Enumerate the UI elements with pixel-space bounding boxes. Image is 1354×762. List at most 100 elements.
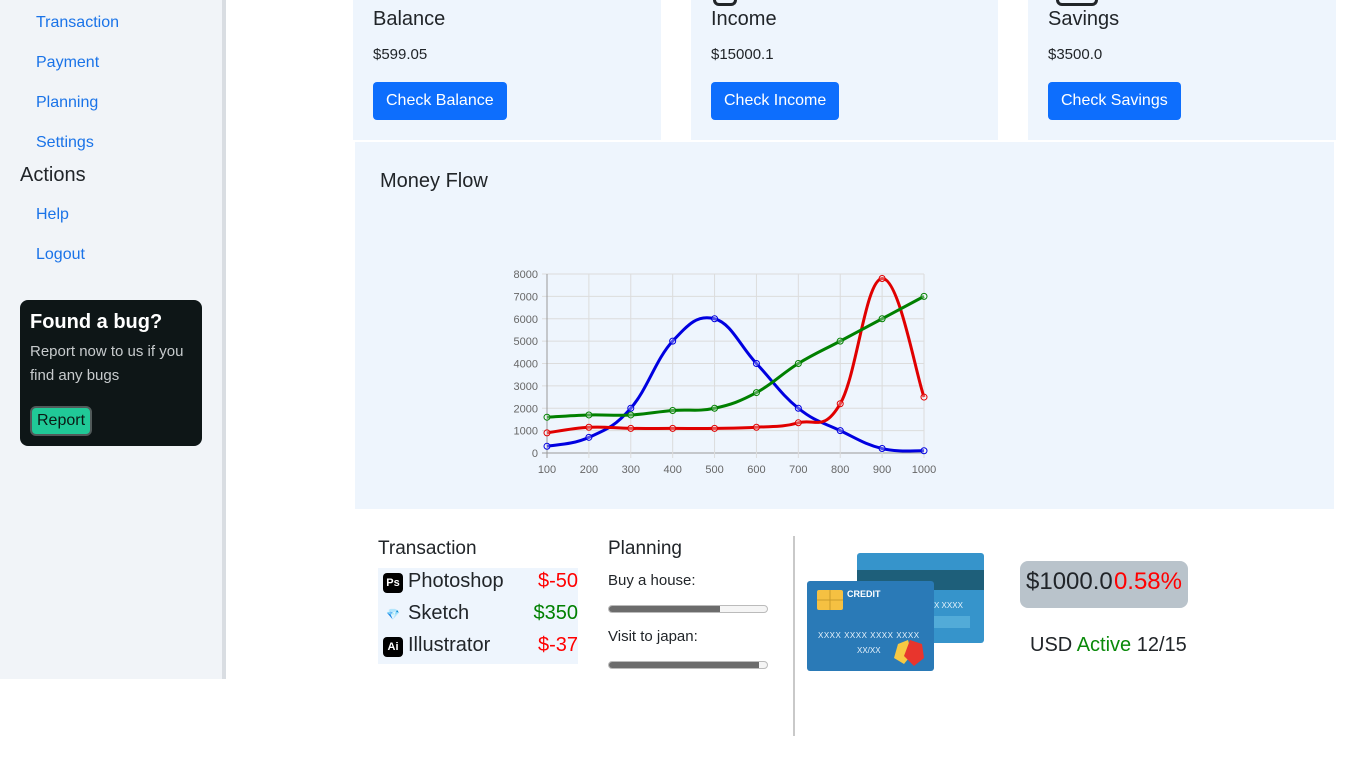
progress-fill bbox=[609, 606, 720, 612]
sidebar-item-settings[interactable]: Settings bbox=[36, 134, 94, 152]
report-button[interactable]: Report bbox=[30, 406, 92, 436]
data-point bbox=[585, 433, 593, 441]
x-tick-label: 1000 bbox=[912, 464, 936, 476]
data-point bbox=[878, 274, 886, 282]
card-number: XXXX XXXX XXXX XXXX bbox=[818, 631, 920, 640]
sketch-icon: 💎 bbox=[386, 609, 400, 621]
x-tick-label: 300 bbox=[622, 464, 640, 476]
data-point bbox=[627, 404, 635, 412]
y-tick-label: 6000 bbox=[514, 314, 538, 326]
data-point bbox=[711, 315, 719, 323]
illustrator-icon: Ai bbox=[383, 637, 403, 657]
actions-heading: Actions bbox=[20, 164, 86, 186]
income-card: Income $15000.1 Check Income bbox=[691, 0, 998, 140]
data-point bbox=[669, 406, 677, 414]
planning-heading: Planning bbox=[608, 538, 682, 559]
check-savings-button[interactable]: Check Savings bbox=[1048, 82, 1181, 120]
y-tick-label: 1000 bbox=[514, 426, 538, 438]
sidebar-item-help[interactable]: Help bbox=[36, 206, 69, 224]
card-currency: USD bbox=[1030, 634, 1073, 656]
x-tick-label: 400 bbox=[663, 464, 681, 476]
card-amount: $1000.0 bbox=[1026, 568, 1113, 595]
check-balance-button[interactable]: Check Balance bbox=[373, 82, 507, 120]
card-meta: USD Active 12/15 bbox=[1030, 634, 1187, 657]
goal-label: Visit to japan: bbox=[608, 628, 698, 645]
data-point bbox=[920, 447, 928, 455]
progress-fill bbox=[609, 662, 760, 668]
credit-card-illustration: X XXXX CREDIT XXXX XXXX XXXX XXXX XX/XX bbox=[807, 553, 984, 671]
transaction-name: Photoshop bbox=[408, 570, 504, 592]
data-point bbox=[669, 424, 677, 432]
card-status: Active bbox=[1076, 634, 1132, 656]
data-point bbox=[878, 315, 886, 323]
data-point bbox=[585, 423, 593, 431]
section-divider bbox=[793, 536, 795, 736]
savings-value: $3500.0 bbox=[1048, 46, 1103, 63]
card-expiry: XX/XX bbox=[857, 646, 881, 655]
card-date: 12/15 bbox=[1136, 634, 1187, 656]
y-tick-label: 4000 bbox=[514, 359, 538, 371]
data-point bbox=[794, 419, 802, 427]
money-flow-chart: 0 1000 2000 3000 4000 5000 6000 7000 8000 100 200 3… bbox=[514, 269, 937, 476]
goal-progress-bar bbox=[608, 661, 768, 669]
y-tick-label: 2000 bbox=[514, 403, 538, 415]
money-flow-card: Money Flow 0 1000 2000 3000 4000 5000 6000 7000… bbox=[355, 142, 1334, 509]
goal-progress-bar bbox=[608, 605, 768, 613]
data-point bbox=[794, 360, 802, 367]
card-back-number: X XXXX bbox=[934, 601, 964, 610]
x-tick-label: 200 bbox=[580, 464, 598, 476]
y-tick-label: 8000 bbox=[514, 269, 538, 281]
data-point bbox=[627, 411, 635, 419]
income-icon bbox=[713, 0, 737, 6]
savings-icon bbox=[1056, 0, 1098, 6]
data-point bbox=[711, 404, 719, 412]
data-point bbox=[752, 423, 760, 431]
income-value: $15000.1 bbox=[711, 46, 774, 63]
data-point bbox=[585, 411, 593, 419]
transaction-heading: Transaction bbox=[378, 538, 477, 559]
data-point bbox=[836, 427, 844, 435]
balance-title: Balance bbox=[373, 8, 446, 30]
transaction-amount: $-37 bbox=[537, 634, 578, 656]
x-tick-label: 900 bbox=[873, 464, 891, 476]
sidebar-item-transaction[interactable]: Transaction bbox=[36, 14, 119, 32]
data-point bbox=[920, 292, 928, 300]
income-title: Income bbox=[711, 8, 777, 30]
transaction-name: Illustrator bbox=[408, 634, 491, 656]
goal-label: Buy a house: bbox=[608, 572, 696, 589]
data-point bbox=[543, 413, 551, 421]
y-tick-label: 7000 bbox=[514, 291, 538, 303]
data-point bbox=[627, 424, 635, 432]
list-item[interactable]: Ps Photoshop $-50 bbox=[378, 568, 578, 600]
sidebar-divider bbox=[222, 0, 226, 679]
data-point bbox=[711, 424, 719, 432]
transaction-amount: $350 bbox=[533, 602, 579, 624]
y-tick-label: 5000 bbox=[514, 336, 538, 348]
data-point bbox=[836, 337, 844, 345]
transaction-name: Sketch bbox=[408, 602, 470, 624]
data-point bbox=[752, 389, 760, 397]
bug-card-title: Found a bug? bbox=[30, 311, 163, 333]
sidebar-item-planning[interactable]: Planning bbox=[36, 94, 98, 112]
data-point bbox=[920, 393, 928, 401]
list-item[interactable]: 💎 Sketch $350 bbox=[378, 600, 578, 632]
card-balance-badge: $1000.0 0.58% bbox=[1020, 561, 1188, 608]
x-tick-label: 800 bbox=[831, 464, 849, 476]
check-income-button[interactable]: Check Income bbox=[711, 82, 840, 120]
x-tick-label: 700 bbox=[789, 464, 807, 476]
series-line-2 bbox=[546, 295, 925, 419]
sidebar-item-payment[interactable]: Payment bbox=[36, 54, 99, 72]
x-tick-label: 100 bbox=[538, 464, 556, 476]
bug-card-text: Report now to us if you find any bugs bbox=[30, 343, 184, 384]
sidebar-item-logout[interactable]: Logout bbox=[36, 246, 85, 264]
list-item[interactable]: Ai Illustrator $-37 bbox=[378, 632, 578, 664]
photoshop-icon: Ps bbox=[383, 573, 403, 593]
x-tick-label: 600 bbox=[747, 464, 765, 476]
balance-card: Balance $599.05 Check Balance bbox=[353, 0, 661, 140]
transaction-list: Ps Photoshop $-50 💎 Sketch $350 Ai Illus… bbox=[378, 568, 578, 664]
x-tick-label: 500 bbox=[705, 464, 723, 476]
bug-report-card: Found a bug? Report now to us if you fin… bbox=[20, 300, 202, 446]
data-point bbox=[836, 400, 844, 408]
card-label: CREDIT bbox=[847, 589, 881, 599]
transaction-amount: $-50 bbox=[537, 570, 578, 592]
